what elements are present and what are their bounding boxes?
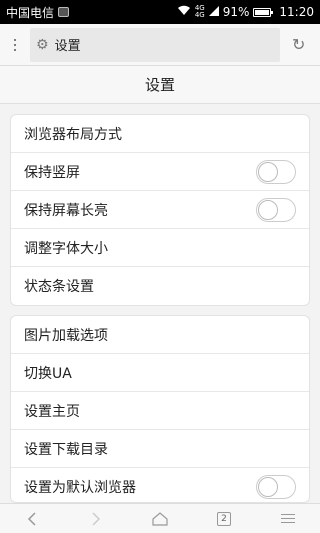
- tabs-icon[interactable]: 2: [204, 504, 244, 533]
- settings-group-general: 图片加载选项 切换UA 设置主页 设置下载目录 设置为默认浏览器: [10, 315, 310, 503]
- setting-label: 切换UA: [24, 365, 72, 382]
- battery-icon: [253, 7, 274, 17]
- setting-switch-ua[interactable]: 切换UA: [11, 354, 309, 392]
- carrier-label: 中国电信: [6, 5, 55, 20]
- url-bar: ⚙ 设置 ↻: [0, 24, 320, 66]
- address-field[interactable]: ⚙ 设置: [30, 27, 280, 62]
- setting-keep-screen-on[interactable]: 保持屏幕长亮: [11, 191, 309, 229]
- setting-label: 保持屏幕长亮: [24, 202, 108, 219]
- setting-homepage[interactable]: 设置主页: [11, 392, 309, 430]
- settings-group-display: 浏览器布局方式 保持竖屏 保持屏幕长亮 调整字体大小 状态条设置: [10, 114, 310, 306]
- clock: 11:20: [279, 5, 314, 19]
- setting-label: 设置为默认浏览器: [24, 480, 136, 496]
- battery-percent: 91%: [222, 5, 250, 19]
- back-icon[interactable]: [12, 504, 52, 533]
- default-browser-toggle[interactable]: [256, 475, 296, 499]
- more-options-icon[interactable]: [0, 24, 30, 66]
- setting-label: 状态条设置: [24, 279, 94, 295]
- keep-screen-on-toggle[interactable]: [256, 197, 296, 222]
- signal-icon: [208, 5, 219, 19]
- setting-download-dir[interactable]: 设置下载目录: [11, 430, 309, 468]
- wifi-icon: [177, 5, 191, 19]
- setting-font-size[interactable]: 调整字体大小: [11, 229, 309, 267]
- setting-status-bar[interactable]: 状态条设置: [11, 267, 309, 305]
- setting-label: 保持竖屏: [24, 164, 80, 181]
- keep-portrait-toggle[interactable]: [256, 159, 296, 184]
- notification-icon: [58, 7, 70, 17]
- tab-count: 2: [217, 511, 231, 526]
- forward-icon[interactable]: [76, 504, 116, 533]
- address-text: 设置: [54, 39, 81, 54]
- status-bar: 中国电信 4G 4G 91% 11:20: [0, 0, 320, 24]
- network-type: 4G 4G: [194, 4, 205, 19]
- home-icon[interactable]: [140, 504, 180, 533]
- setting-keep-portrait[interactable]: 保持竖屏: [11, 153, 309, 191]
- setting-image-loading[interactable]: 图片加载选项: [11, 316, 309, 354]
- bottom-nav-bar: 2: [0, 503, 320, 533]
- page-title: 设置: [0, 66, 320, 104]
- setting-label: 图片加载选项: [24, 327, 108, 344]
- setting-label: 浏览器布局方式: [24, 126, 122, 143]
- gear-icon: ⚙: [36, 36, 49, 53]
- setting-default-browser[interactable]: 设置为默认浏览器: [11, 468, 309, 502]
- setting-label: 调整字体大小: [24, 240, 108, 257]
- setting-label: 设置主页: [24, 403, 80, 420]
- reload-icon[interactable]: ↻: [292, 35, 305, 54]
- menu-icon[interactable]: [268, 504, 308, 533]
- setting-label: 设置下载目录: [24, 441, 108, 458]
- setting-browser-layout[interactable]: 浏览器布局方式: [11, 115, 309, 153]
